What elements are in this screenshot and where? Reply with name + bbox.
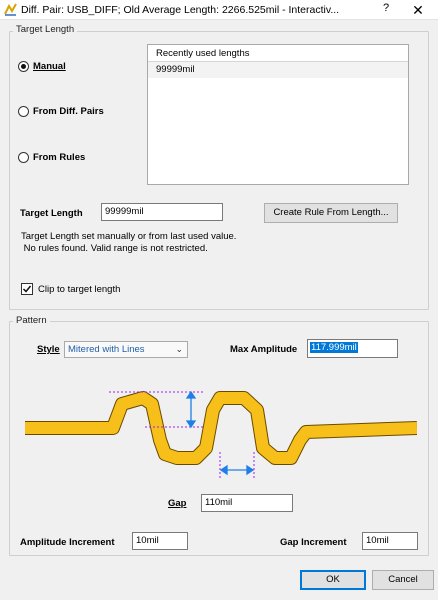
target-length-input[interactable]: 99999mil [101,203,223,221]
max-amplitude-input[interactable]: 117.999mil [307,339,398,358]
recent-lengths-header-label: Recently used lengths [156,48,250,59]
list-item[interactable]: 99999mil [148,62,408,78]
close-button[interactable]: ✕ [404,1,432,19]
cancel-button[interactable]: Cancel [372,570,434,590]
recent-lengths-list[interactable]: Recently used lengths 99999mil [147,44,409,185]
list-item-label: 99999mil [156,64,195,75]
radio-from-diff-pairs[interactable]: From Diff. Pairs [18,106,104,117]
gap-input[interactable]: 110mil [201,494,293,512]
clip-to-target-checkbox[interactable] [21,283,33,295]
ok-button[interactable]: OK [300,570,366,590]
max-amplitude-value: 117.999mil [310,342,358,353]
help-button[interactable]: ? [378,2,394,18]
style-label-text: Style [37,344,60,355]
radio-manual[interactable]: Manual [18,61,66,72]
amplitude-increment-input[interactable]: 10mil [132,532,188,550]
info-text-line-1: Target Length set manually or from last … [21,231,237,242]
max-amplitude-label: Max Amplitude [230,344,298,355]
gap-increment-label: Gap Increment [280,537,347,548]
app-icon [4,3,17,16]
target-length-group-label: Target Length [13,24,78,35]
radio-manual-label: Manual [33,61,66,72]
info-text-line-2: No rules found. Valid range is not restr… [21,243,208,254]
target-length-label: Target Length [20,208,83,219]
check-icon [22,285,32,293]
target-length-label-text: Target Length [20,208,83,219]
style-select[interactable]: Mitered with Lines ⌄ [64,341,188,358]
radio-from-rules-indicator[interactable] [18,152,29,163]
gap-dimension-arrow [219,464,255,476]
window-title: Diff. Pair: USB_DIFF; Old Average Length… [21,4,340,16]
chevron-down-icon: ⌄ [175,344,183,354]
radio-from-rules-label: From Rules [33,152,86,163]
radio-from-diff-pairs-label: From Diff. Pairs [33,106,104,117]
amplitude-increment-label: Amplitude Increment [20,537,115,548]
pattern-preview [25,390,417,478]
radio-from-rules[interactable]: From Rules [18,152,85,163]
radio-from-diff-pairs-indicator[interactable] [18,106,29,117]
amplitude-dimension-arrow [185,390,197,429]
create-rule-button[interactable]: Create Rule From Length... [264,203,398,223]
radio-manual-indicator[interactable] [18,61,29,72]
gap-label: Gap [168,498,186,509]
clip-to-target-label: Clip to target length [38,284,121,295]
style-label: Style [37,344,60,355]
style-select-value: Mitered with Lines [68,344,145,355]
gap-increment-input[interactable]: 10mil [362,532,418,550]
serpentine-trace [25,391,417,465]
recent-lengths-header: Recently used lengths [148,45,408,62]
gap-label-text: Gap [168,498,187,509]
pattern-group-label: Pattern [13,315,50,326]
